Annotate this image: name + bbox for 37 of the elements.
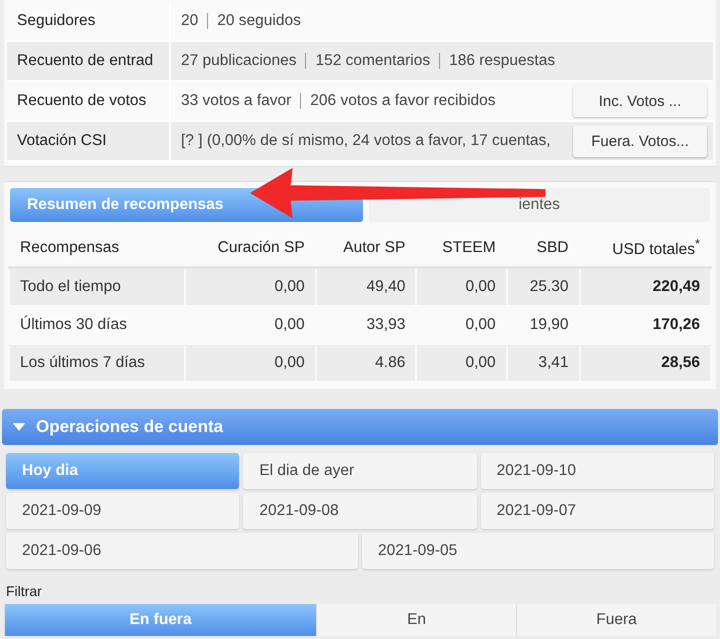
day-button[interactable]: 2021-09-07	[480, 493, 714, 529]
day-button[interactable]: 2021-09-09	[6, 493, 240, 529]
table-cell: 28,56	[580, 344, 711, 382]
day-button[interactable]: 2021-09-10	[480, 453, 714, 489]
row-value: 27 publicaciones	[181, 52, 296, 70]
row-label: Votación CSI	[7, 122, 171, 160]
table-cell: 25.30	[506, 268, 580, 306]
row-value: 152 comentarios	[315, 52, 430, 70]
table-cell: 0,00	[416, 344, 507, 382]
row-value: 206 votos a favor recibidos	[310, 92, 496, 110]
row-value: [? ] (0,00% de sí mismo, 24 votos a favor, 17 cuentas,	[181, 132, 551, 150]
day-button[interactable]: 2021-09-08	[243, 493, 477, 529]
day-button[interactable]: El dia de ayer	[243, 453, 477, 489]
filter-button[interactable]: Fuera	[516, 604, 716, 636]
votes-button[interactable]: Inc. Votos ...	[573, 85, 707, 117]
filter-label: Filtrar	[5, 582, 43, 601]
day-button[interactable]: 2021-09-06	[6, 533, 358, 569]
table-cell: 3,41	[506, 344, 580, 382]
row-value: 20 seguidos	[217, 12, 301, 30]
row-value: 186 respuestas	[449, 52, 556, 70]
filter-button[interactable]: En	[316, 604, 516, 636]
row-label: Recuento de entrad	[7, 42, 171, 80]
row-value: 20	[181, 12, 198, 30]
row-label: Seguidores	[7, 2, 171, 40]
caret-icon	[12, 422, 26, 432]
table-cell: 4.86	[316, 344, 416, 382]
row-label: Recuento de votos	[7, 82, 171, 120]
table-cell: 220,49	[580, 268, 711, 306]
table-cell: Todo el tiempo	[9, 268, 186, 306]
table-cell: 0,00	[185, 268, 316, 306]
votes-button[interactable]: Fuera. Votos...	[573, 125, 707, 157]
table-cell: 0,00	[185, 344, 316, 382]
table-cell: 0,00	[416, 268, 507, 306]
table-cell: 49,40	[316, 268, 416, 306]
row-value: 33 votos a favor	[181, 92, 292, 110]
day-button[interactable]: 2021-09-05	[362, 533, 714, 569]
table-cell: Los últimos 7 días	[9, 344, 186, 382]
